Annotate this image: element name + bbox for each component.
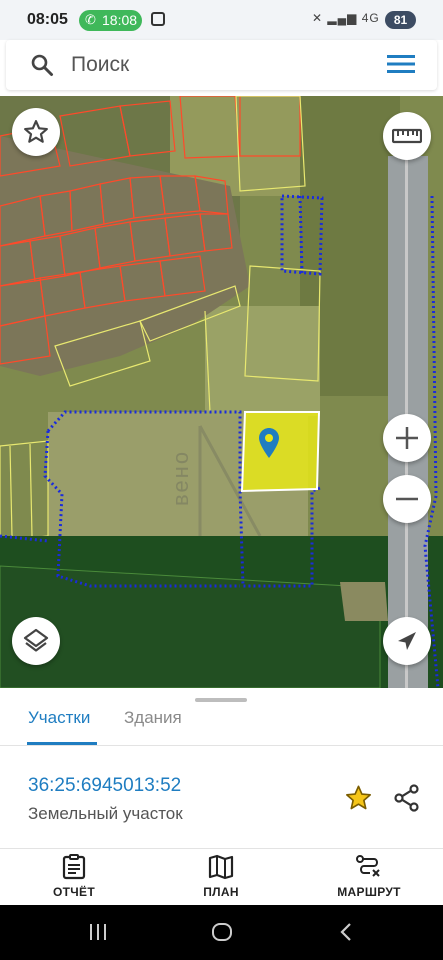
layers-icon xyxy=(23,628,49,652)
menu-icon[interactable] xyxy=(387,52,415,76)
search-input[interactable] xyxy=(71,52,371,78)
signal-icons: ✕ ▂▄▆ 4G xyxy=(312,11,380,25)
report-label: ОТЧЁТ xyxy=(53,885,95,899)
network-type: 4G xyxy=(361,11,380,25)
cadastral-number-link[interactable]: 36:25:6945013:52 xyxy=(28,775,181,797)
ruler-button[interactable] xyxy=(383,112,431,160)
report-button[interactable]: ОТЧЁТ xyxy=(24,854,124,899)
parcel-type: Земельный участок xyxy=(28,804,183,823)
status-bar: 08:05 ✆ 18:08 ✕ ▂▄▆ 4G 81 xyxy=(0,0,443,40)
minus-icon xyxy=(396,497,418,501)
system-navigation-bar xyxy=(0,905,443,960)
screenshot-icon xyxy=(151,12,165,26)
report-icon xyxy=(62,854,86,880)
navigation-arrow-icon xyxy=(398,632,416,650)
tab-buildings[interactable]: Здания xyxy=(124,708,182,728)
status-time: 08:05 xyxy=(27,11,68,28)
ongoing-call-pill[interactable]: ✆ 18:08 xyxy=(79,10,142,31)
zoom-in-button[interactable] xyxy=(383,414,431,462)
share-icon[interactable] xyxy=(393,784,421,812)
plan-label: ПЛАН xyxy=(203,885,239,899)
ruler-icon xyxy=(392,128,422,144)
route-label: МАРШРУТ xyxy=(337,885,401,899)
sheet-divider xyxy=(0,848,443,849)
zoom-out-button[interactable] xyxy=(383,475,431,523)
signal-icon: ▂▄▆ xyxy=(327,11,358,25)
plan-button[interactable]: ПЛАН xyxy=(171,854,271,899)
recent-apps-icon[interactable] xyxy=(88,922,108,942)
route-icon xyxy=(356,855,380,877)
route-button[interactable]: МАРШРУТ xyxy=(319,854,419,899)
my-location-button[interactable] xyxy=(383,617,431,665)
tab-divider xyxy=(0,745,443,746)
plus-icon xyxy=(396,427,418,449)
selected-parcel[interactable] xyxy=(240,411,321,493)
favorite-star-icon[interactable] xyxy=(344,784,373,812)
tab-plots[interactable]: Участки xyxy=(28,708,90,728)
favorite-map-button[interactable] xyxy=(12,108,60,156)
satellite-map xyxy=(0,96,443,688)
call-timer: 18:08 xyxy=(102,12,138,28)
sheet-drag-handle[interactable] xyxy=(195,698,247,702)
mute-icon: ✕ xyxy=(312,11,324,25)
battery-icon: 81 xyxy=(385,11,416,29)
search-bar xyxy=(6,40,437,90)
bottom-sheet: Участки Здания 36:25:6945013:52 Земельны… xyxy=(0,688,443,905)
map-plan-icon xyxy=(208,854,234,880)
map-view[interactable]: вено xyxy=(0,96,443,688)
location-pin-icon xyxy=(259,428,279,458)
back-icon[interactable] xyxy=(338,922,354,942)
map-watermark: вено xyxy=(168,449,193,506)
search-icon[interactable] xyxy=(30,53,54,77)
home-icon[interactable] xyxy=(211,922,233,942)
star-outline-icon xyxy=(24,120,48,143)
layers-button[interactable] xyxy=(12,617,60,665)
phone-icon: ✆ xyxy=(85,12,96,27)
